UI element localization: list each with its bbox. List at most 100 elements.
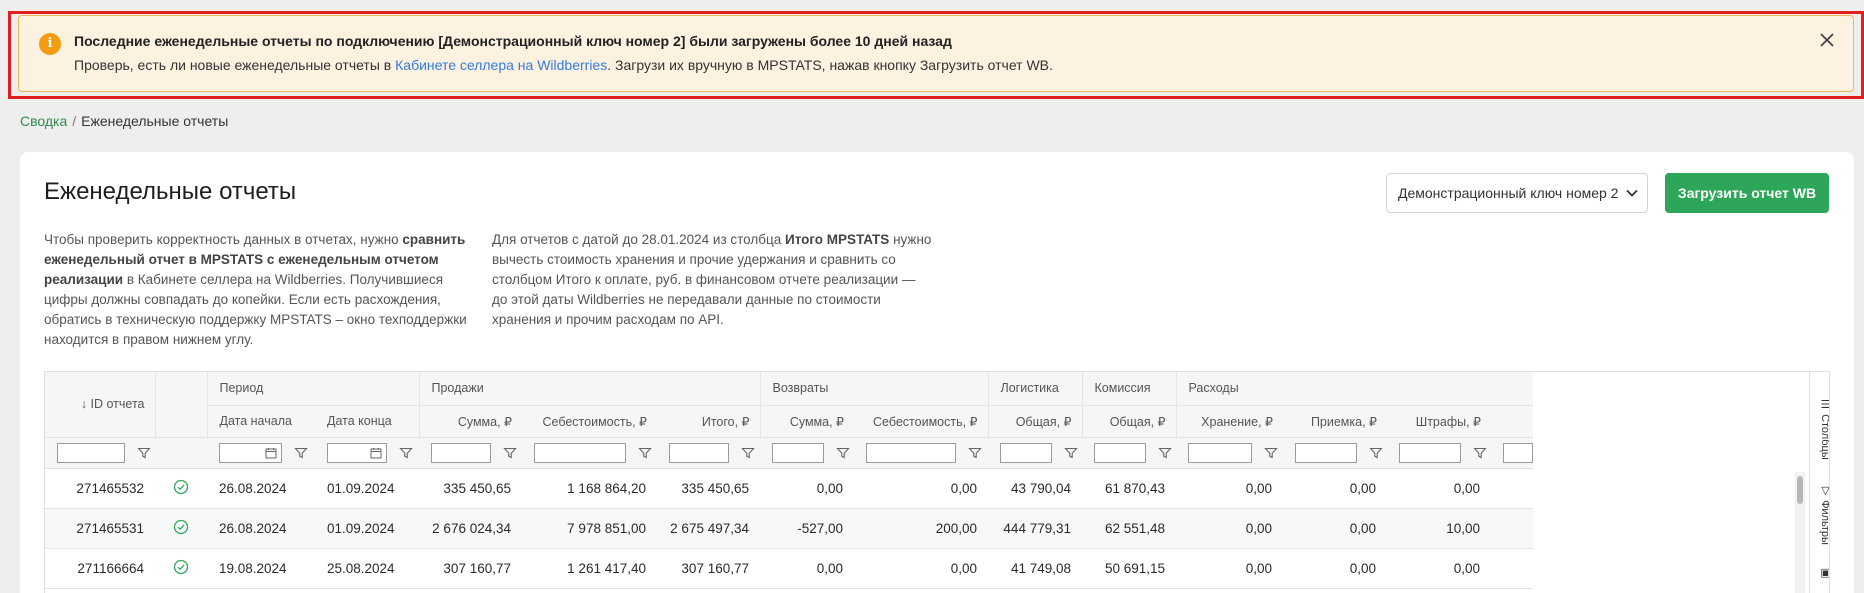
group-header-period: Период xyxy=(206,372,419,406)
cell-logistics: 43 790,04 xyxy=(988,468,1082,509)
filter-icon[interactable] xyxy=(503,446,517,460)
filter-icon[interactable] xyxy=(1158,446,1172,460)
columns-icon: ☰ xyxy=(1819,398,1830,415)
filter-cell-commission xyxy=(1082,437,1176,469)
scrollbar-thumb[interactable] xyxy=(1797,476,1803,504)
side-tab-extra[interactable]: ▣ xyxy=(1810,562,1830,579)
filter-icon[interactable] xyxy=(638,446,652,460)
filter-icon[interactable] xyxy=(1264,446,1278,460)
close-icon[interactable] xyxy=(1815,28,1839,52)
cell-start-date: 26.08.2024 xyxy=(207,508,315,549)
description-left: Чтобы проверить корректность данных в от… xyxy=(44,230,474,350)
filter-input-sales-total[interactable] xyxy=(669,442,729,463)
cell-end-date: 01.09.2024 xyxy=(315,508,419,549)
cell-sales-cost: 7 978 851,00 xyxy=(522,508,657,549)
filter-input-overflow[interactable] xyxy=(1503,442,1533,463)
filter-cell-start xyxy=(207,437,315,469)
cell-id: 271465532 xyxy=(45,468,155,509)
filter-input-logistics[interactable] xyxy=(1000,442,1052,463)
cell-returns-sum: -527,00 xyxy=(760,508,854,549)
cell-acceptance: 0,00 xyxy=(1283,468,1387,509)
cell-sales-sum: 2 676 024,34 xyxy=(419,508,522,549)
description-left-text-1: Чтобы проверить корректность данных в от… xyxy=(44,232,403,247)
cell-start-date: 26.08.2024 xyxy=(207,468,315,509)
side-tab-filters[interactable]: ▽ Фильтры xyxy=(1810,480,1830,545)
side-tab-columns[interactable]: ☰ Столбцы xyxy=(1810,394,1830,460)
filter-input-id[interactable] xyxy=(57,442,125,463)
cell-overflow xyxy=(1491,548,1533,589)
filter-icon[interactable] xyxy=(1473,446,1487,460)
filter-cell-acceptance xyxy=(1283,437,1387,469)
filter-input-start-date[interactable] xyxy=(219,442,282,463)
column-header-returns-sum[interactable]: Сумма, ₽ xyxy=(759,405,854,438)
filter-input-acceptance[interactable] xyxy=(1295,442,1357,463)
column-header-sales-total[interactable]: Итого, ₽ xyxy=(657,405,760,438)
calendar-icon[interactable] xyxy=(370,447,382,459)
filter-input-sales-sum[interactable] xyxy=(431,442,491,463)
filter-input-returns-sum[interactable] xyxy=(772,442,824,463)
filter-icon[interactable] xyxy=(836,446,850,460)
group-header-expenses: Расходы xyxy=(1175,372,1533,406)
column-header-sales-cost[interactable]: Себестоимость, ₽ xyxy=(522,405,657,438)
filter-icon[interactable] xyxy=(968,446,982,460)
filter-cell-sales-sum xyxy=(419,437,522,469)
description-right-text-1: Для отчетов с датой до 28.01.2024 из сто… xyxy=(492,232,785,247)
cell-acceptance: 0,00 xyxy=(1283,548,1387,589)
group-header-commission: Комиссия xyxy=(1081,372,1176,406)
breadcrumb-link-summary[interactable]: Сводка xyxy=(20,113,67,129)
filter-input-storage[interactable] xyxy=(1188,442,1252,463)
column-header-status xyxy=(155,372,207,438)
cell-status xyxy=(155,468,207,509)
alert-body: Проверь, есть ли новые еженедельные отче… xyxy=(74,57,1053,73)
table-row[interactable]: 271465531 26.08.2024 01.09.2024 2 676 02… xyxy=(45,508,1533,549)
filter-icon[interactable] xyxy=(137,446,151,460)
column-header-returns-cost[interactable]: Себестоимость, ₽ xyxy=(854,405,988,438)
filter-icon[interactable] xyxy=(1064,446,1078,460)
filter-input-fines[interactable] xyxy=(1399,442,1461,463)
filter-cell-id xyxy=(45,437,155,469)
column-header-id[interactable]: ↓ ID отчета xyxy=(45,372,156,438)
filter-cell-fines xyxy=(1387,437,1491,469)
column-header-end-date[interactable]: Дата конца xyxy=(315,405,419,438)
column-header-acceptance[interactable]: Приемка, ₽ xyxy=(1283,405,1387,438)
filter-input-commission[interactable] xyxy=(1094,442,1146,463)
filter-cell-storage xyxy=(1176,437,1283,469)
reports-card: Еженедельные отчеты Демонстрационный клю… xyxy=(20,152,1854,593)
table-row[interactable]: 271465532 26.08.2024 01.09.2024 335 450,… xyxy=(45,468,1533,509)
column-header-storage[interactable]: Хранение, ₽ xyxy=(1175,405,1283,438)
column-header-fines[interactable]: Штрафы, ₽ xyxy=(1387,405,1491,438)
calendar-icon[interactable] xyxy=(265,447,277,459)
funnel-icon: ▽ xyxy=(1819,484,1830,501)
filter-icon[interactable] xyxy=(741,446,755,460)
column-header-start-date[interactable]: Дата начала xyxy=(206,405,315,438)
key-select[interactable]: Демонстрационный ключ номер 2 xyxy=(1386,173,1648,213)
breadcrumb-separator: / xyxy=(72,113,77,129)
side-tab-filters-label: Фильтры xyxy=(1819,500,1830,545)
seller-cabinet-link[interactable]: Кабинете селлера на Wildberries xyxy=(395,57,607,73)
cell-acceptance: 0,00 xyxy=(1283,508,1387,549)
cell-sales-total: 335 450,65 xyxy=(657,468,760,509)
filter-input-returns-cost[interactable] xyxy=(866,442,956,463)
column-header-sales-sum[interactable]: Сумма, ₽ xyxy=(418,405,522,438)
vertical-scrollbar[interactable] xyxy=(1795,472,1805,593)
filter-icon[interactable] xyxy=(1369,446,1383,460)
filter-input-end-date[interactable] xyxy=(327,442,387,463)
filter-icon[interactable] xyxy=(294,446,308,460)
column-header-commission-total[interactable]: Общая, ₽ xyxy=(1081,405,1176,438)
cell-sales-sum: 335 450,65 xyxy=(419,468,522,509)
cell-logistics: 41 749,08 xyxy=(988,548,1082,589)
table-side-panel: ☰ Столбцы ▽ Фильтры ▣ xyxy=(1809,372,1830,593)
filter-icon[interactable] xyxy=(399,446,413,460)
reports-table: ↓ ID отчета Период Продажи Возвраты Логи… xyxy=(45,372,1533,589)
upload-wb-report-button[interactable]: Загрузить отчет WB xyxy=(1665,173,1829,213)
table-row[interactable]: 271166664 19.08.2024 25.08.2024 307 160,… xyxy=(45,548,1533,589)
filter-input-sales-cost[interactable] xyxy=(534,442,626,463)
cell-status xyxy=(155,548,207,589)
stale-reports-alert: i Последние еженедельные отчеты по подкл… xyxy=(18,15,1854,92)
cell-sales-sum: 307 160,77 xyxy=(419,548,522,589)
cell-returns-sum: 0,00 xyxy=(760,548,854,589)
check-circle-icon xyxy=(173,519,189,534)
panel-icon: ▣ xyxy=(1819,566,1830,579)
column-header-logistics-total[interactable]: Общая, ₽ xyxy=(987,405,1082,438)
cell-sales-total: 307 160,77 xyxy=(657,548,760,589)
